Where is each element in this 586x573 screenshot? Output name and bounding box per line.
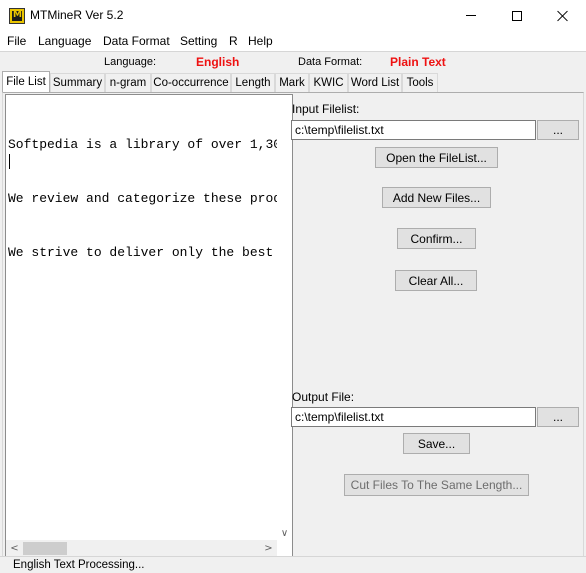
minimize-button[interactable]	[448, 0, 494, 31]
menu-r[interactable]: R	[229, 34, 238, 48]
close-icon	[557, 10, 569, 22]
horizontal-scrollbar[interactable]: < >	[6, 540, 277, 557]
input-filelist-label: Input Filelist:	[292, 102, 360, 116]
data-format-label: Data Format:	[298, 56, 363, 68]
client-area: Language: English Data Format: Plain Tex…	[0, 51, 586, 558]
input-filelist-field[interactable]: c:\temp\filelist.txt	[291, 120, 536, 140]
menu-setting[interactable]: Setting	[180, 34, 217, 48]
title-bar: MTMineR Ver 5.2	[0, 0, 586, 31]
menu-help[interactable]: Help	[248, 34, 273, 48]
minimize-icon	[466, 15, 476, 16]
language-label: Language:	[104, 56, 156, 68]
menu-bar: File Language Data Format Setting R Help	[0, 31, 586, 51]
scroll-down-icon[interactable]: ∨	[277, 526, 292, 541]
menu-language[interactable]: Language	[38, 34, 91, 48]
tab-kwic[interactable]: KWIC	[309, 73, 348, 92]
output-file-label: Output File:	[292, 390, 355, 404]
scroll-left-icon[interactable]: <	[7, 541, 22, 556]
output-browse-button[interactable]: ...	[537, 407, 579, 427]
data-format-value: Plain Text	[390, 55, 446, 69]
horizontal-scroll-thumb[interactable]	[23, 542, 67, 555]
clear-all-button[interactable]: Clear All...	[395, 270, 477, 291]
add-new-files-button[interactable]: Add New Files...	[382, 187, 491, 208]
menu-data-format[interactable]: Data Format	[103, 34, 170, 48]
window-title: MTMineR Ver 5.2	[30, 8, 124, 22]
close-button[interactable]	[540, 0, 586, 31]
editor-line: We strive to deliver only the best produ…	[8, 245, 274, 260]
language-value: English	[196, 55, 240, 69]
input-browse-button[interactable]: ...	[537, 120, 579, 140]
menu-file[interactable]: File	[7, 34, 26, 48]
tab-length[interactable]: Length	[231, 73, 275, 92]
editor-line: We review and categorize these products	[8, 191, 278, 206]
file-list-editor[interactable]: Softpedia is a library of over 1,300,000…	[5, 94, 293, 558]
tab-word-list[interactable]: Word List	[348, 73, 402, 92]
save-button[interactable]: Save...	[403, 433, 470, 454]
cut-files-button[interactable]: Cut Files To The Same Length...	[344, 474, 529, 496]
text-caret	[9, 154, 10, 169]
vertical-scrollbar[interactable]: ∨	[277, 95, 292, 541]
open-filelist-button[interactable]: Open the FileList...	[375, 147, 498, 168]
tab-mark[interactable]: Mark	[275, 73, 309, 92]
tab-summary[interactable]: Summary	[50, 73, 105, 92]
app-icon	[9, 8, 25, 24]
output-file-field[interactable]: c:\temp\filelist.txt	[291, 407, 536, 427]
editor-content[interactable]: Softpedia is a library of over 1,300,000…	[8, 100, 278, 557]
tab-co-occurrence[interactable]: Co-occurrence	[151, 73, 231, 92]
tab-tools[interactable]: Tools	[402, 73, 438, 92]
maximize-button[interactable]	[494, 0, 540, 31]
status-text: English Text Processing...	[13, 559, 145, 571]
tab-n-gram[interactable]: n-gram	[105, 73, 151, 92]
editor-line: Softpedia is a library of over 1,300,000	[8, 137, 278, 152]
scroll-right-icon[interactable]: >	[261, 541, 276, 556]
maximize-icon	[512, 10, 522, 21]
status-bar: English Text Processing...	[0, 556, 586, 573]
confirm-button[interactable]: Confirm...	[397, 228, 476, 249]
tab-file-list[interactable]: File List	[2, 71, 50, 92]
